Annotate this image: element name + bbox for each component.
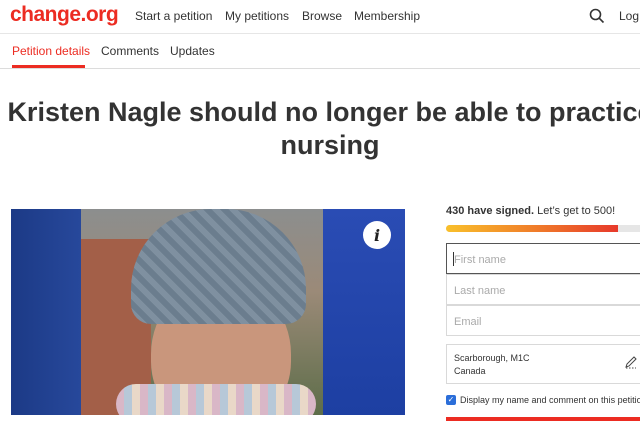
location-city: Scarborough, M1C [454, 353, 530, 363]
tab-updates[interactable]: Updates [170, 44, 215, 58]
location-country: Canada [454, 366, 486, 376]
last-name-placeholder: Last name [454, 285, 506, 297]
location-field[interactable]: Scarborough, M1C Canada [446, 344, 640, 384]
first-name-field[interactable]: First name [446, 243, 640, 274]
active-tab-indicator [12, 65, 85, 68]
nav-my-petitions[interactable]: My petitions [225, 9, 289, 23]
text-caret [453, 252, 454, 266]
last-name-field[interactable]: Last name [446, 274, 640, 305]
photo-scarf [116, 384, 316, 415]
change-org-logo[interactable]: change.org [10, 3, 119, 27]
nav-browse[interactable]: Browse [302, 9, 342, 23]
tab-petition-details[interactable]: Petition details [12, 44, 90, 58]
top-nav: change.org Start a petition My petitions… [0, 0, 640, 34]
display-name-label: Display my name and comment on this peti… [460, 395, 640, 405]
petition-tabs: Petition details Comments Updates [0, 34, 640, 69]
image-left-band [11, 209, 81, 415]
info-icon[interactable]: i [363, 221, 391, 249]
goal-text: Let’s get to 500! [537, 205, 616, 217]
display-name-checkbox[interactable]: ✓ [446, 395, 456, 405]
email-placeholder: Email [454, 316, 482, 328]
nav-start-petition[interactable]: Start a petition [135, 9, 212, 23]
email-field[interactable]: Email [446, 305, 640, 336]
tab-comments[interactable]: Comments [101, 44, 159, 58]
signature-progress-bar [446, 225, 640, 232]
progress-fill [446, 225, 618, 232]
petition-title: Kristen Nagle should no longer be able t… [7, 97, 640, 160]
nav-login[interactable]: Log in [619, 9, 640, 23]
sign-button-edge[interactable] [446, 417, 640, 421]
nav-membership[interactable]: Membership [354, 9, 420, 23]
signature-count: 430 have signed. Let’s get to 500! [446, 205, 615, 217]
petition-image[interactable] [11, 209, 405, 415]
pencil-icon[interactable] [624, 355, 638, 369]
search-icon[interactable] [588, 7, 606, 25]
first-name-placeholder: First name [454, 254, 506, 266]
signed-count: 430 have signed. [446, 205, 535, 217]
